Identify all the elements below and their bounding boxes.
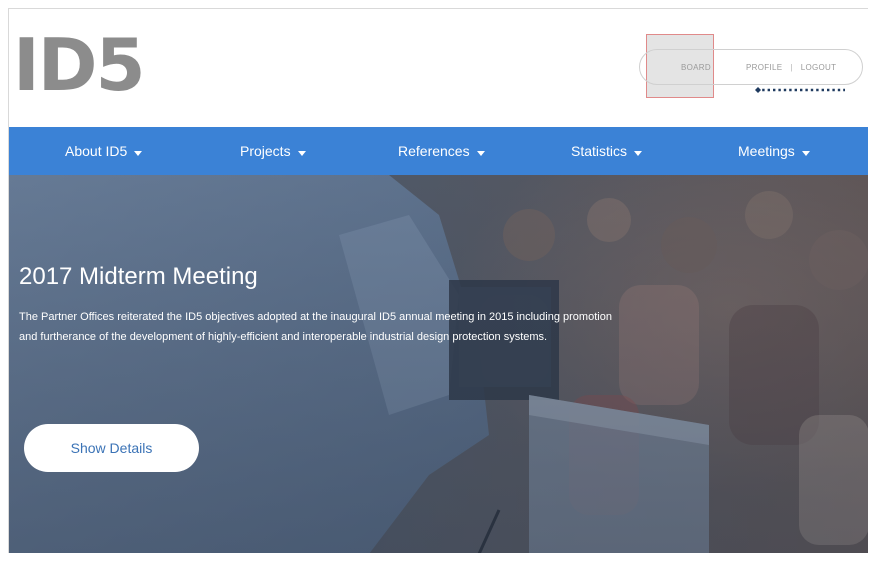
nav-item-label: About ID5 — [65, 143, 128, 159]
nav-item-projects[interactable]: Projects — [240, 127, 306, 175]
page: ID5 BOARD PROFILE | LOGOUT About ID5 Pro… — [0, 0, 871, 563]
chevron-down-icon — [634, 150, 643, 156]
hero-title: 2017 Midterm Meeting — [19, 263, 258, 290]
hero-background-image — [9, 175, 868, 553]
hero-banner: 2017 Midterm Meeting The Partner Offices… — [9, 175, 868, 553]
chevron-down-icon — [801, 150, 810, 156]
profile-link[interactable]: PROFILE — [746, 63, 782, 72]
chevron-down-icon — [476, 150, 485, 156]
nav-item-label: Projects — [240, 143, 291, 159]
show-details-button[interactable]: Show Details — [24, 424, 199, 472]
browser-viewport: ID5 BOARD PROFILE | LOGOUT About ID5 Pro… — [8, 8, 868, 553]
account-links-separator: | — [790, 62, 793, 72]
nav-item-label: References — [398, 143, 470, 159]
nav-item-label: Statistics — [571, 143, 628, 159]
chevron-down-icon — [134, 150, 143, 156]
annotation-pointer-arrow — [755, 87, 845, 93]
logout-link[interactable]: LOGOUT — [801, 63, 837, 72]
main-navigation: About ID5 Projects References Statistics… — [9, 127, 868, 175]
site-logo[interactable]: ID5 — [13, 21, 146, 109]
hero-description: The Partner Offices reiterated the ID5 o… — [19, 311, 612, 343]
site-header: ID5 BOARD PROFILE | LOGOUT — [9, 9, 868, 127]
nav-item-meetings[interactable]: Meetings — [738, 127, 810, 175]
nav-item-statistics[interactable]: Statistics — [571, 127, 643, 175]
chevron-down-icon — [297, 150, 306, 156]
nav-item-label: Meetings — [738, 143, 795, 159]
account-links-pill: BOARD PROFILE | LOGOUT — [639, 49, 863, 85]
board-link[interactable]: BOARD — [662, 63, 730, 72]
nav-item-references[interactable]: References — [398, 127, 485, 175]
nav-item-about-id5[interactable]: About ID5 — [65, 127, 143, 175]
